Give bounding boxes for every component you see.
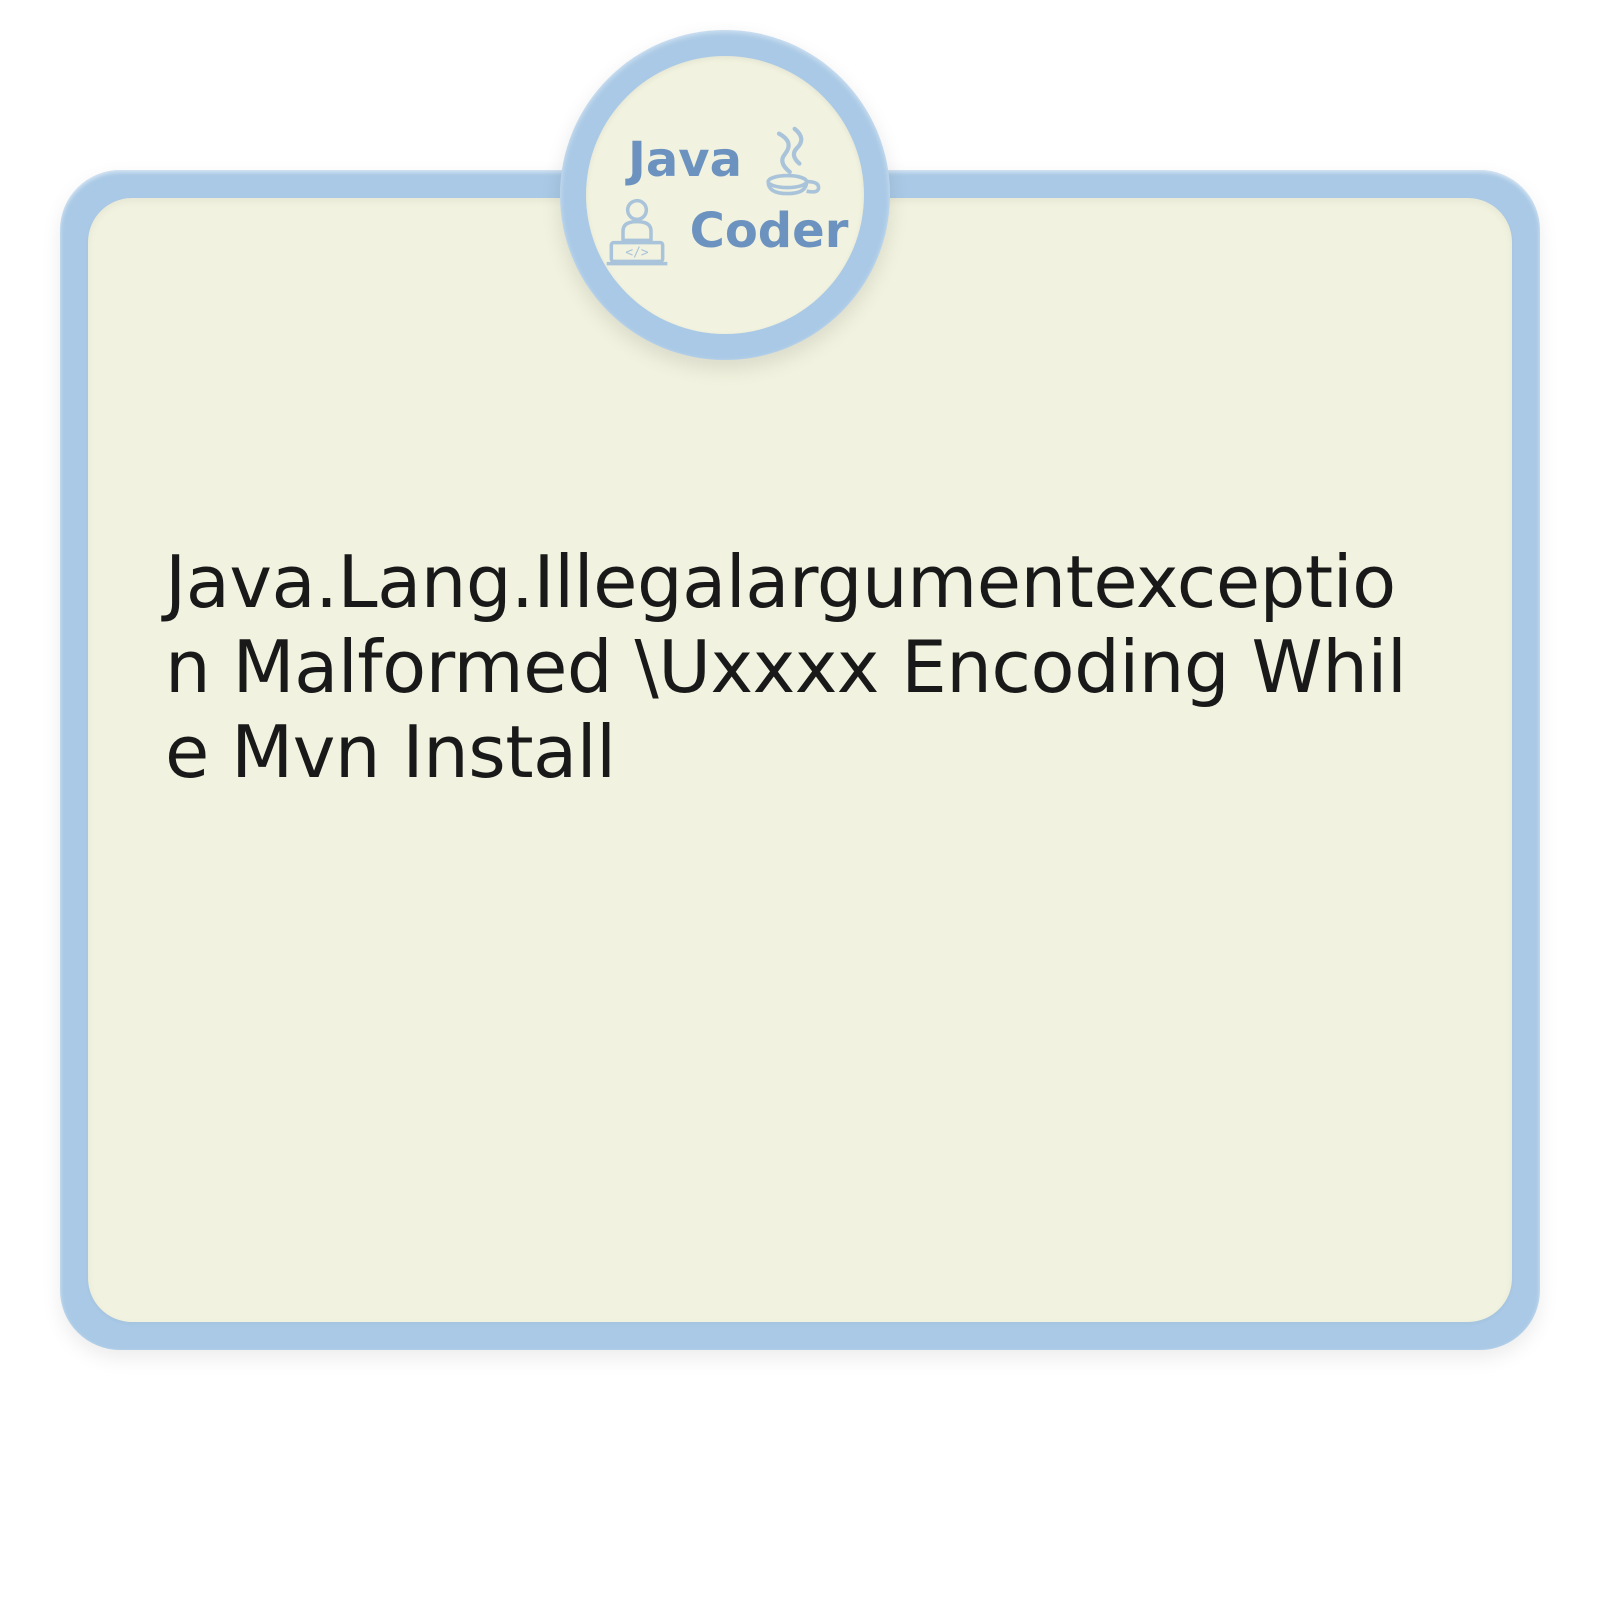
badge-row-2: </> Coder	[602, 196, 849, 266]
article-title: Java.Lang.Illegalargumentexception Malfo…	[165, 540, 1435, 795]
java-coffee-icon	[760, 124, 822, 196]
developer-icon: </>	[602, 196, 672, 266]
badge-text-coder: Coder	[690, 207, 849, 255]
logo-badge-panel: Java </> Co	[586, 56, 864, 334]
badge-row-1: Java	[628, 124, 822, 196]
logo-badge-frame: Java </> Co	[560, 30, 890, 360]
badge-text-java: Java	[628, 136, 742, 184]
svg-text:</>: </>	[625, 246, 648, 261]
